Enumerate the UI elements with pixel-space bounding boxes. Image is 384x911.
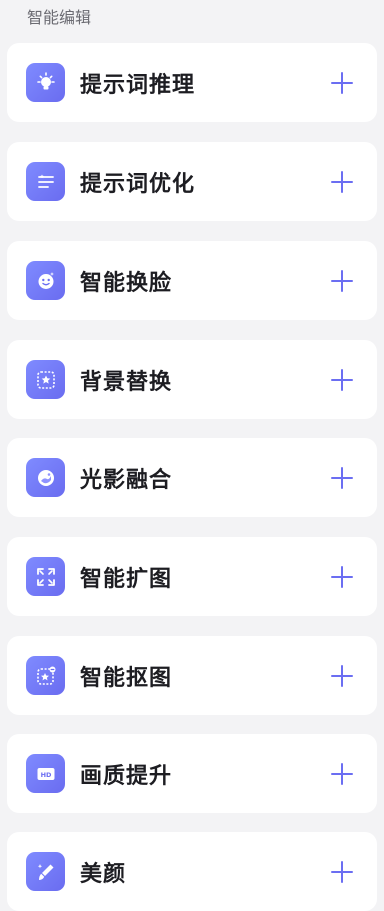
tool-label: 提示词优化 bbox=[80, 171, 196, 197]
section-title: 智能编辑 bbox=[27, 8, 92, 27]
tool-item-quality-upgrade[interactable]: HD 画质提升 bbox=[7, 734, 377, 813]
tool-item-prompt-reasoning[interactable]: 提示词推理 bbox=[7, 43, 377, 122]
expand-icon bbox=[26, 557, 65, 596]
add-icon[interactable] bbox=[328, 858, 355, 885]
tool-item-background-replace[interactable]: 背景替换 bbox=[7, 340, 377, 419]
svg-text:HD: HD bbox=[40, 771, 51, 779]
tool-item-light-shadow-blend[interactable]: 光影融合 bbox=[7, 438, 377, 517]
tool-label: 光影融合 bbox=[80, 467, 173, 493]
tool-item-face-swap[interactable]: 智能换脸 bbox=[7, 241, 377, 320]
tool-label: 提示词推理 bbox=[80, 72, 196, 98]
background-star-icon bbox=[26, 360, 65, 399]
add-icon[interactable] bbox=[328, 464, 355, 491]
add-icon[interactable] bbox=[328, 267, 355, 294]
tool-label: 画质提升 bbox=[80, 763, 173, 789]
tool-item-smart-cutout[interactable]: 智能抠图 bbox=[7, 636, 377, 715]
add-icon[interactable] bbox=[328, 69, 355, 96]
add-icon[interactable] bbox=[328, 662, 355, 689]
beauty-brush-icon bbox=[26, 852, 65, 891]
tool-item-smart-expand[interactable]: 智能扩图 bbox=[7, 537, 377, 616]
tool-label: 背景替换 bbox=[80, 369, 173, 395]
tool-label: 美颜 bbox=[80, 861, 127, 887]
light-shadow-icon bbox=[26, 458, 65, 497]
add-icon[interactable] bbox=[328, 366, 355, 393]
bulb-icon bbox=[26, 63, 65, 102]
tool-item-beauty[interactable]: 美颜 bbox=[7, 832, 377, 911]
sliders-icon bbox=[26, 162, 65, 201]
cutout-icon bbox=[26, 656, 65, 695]
tool-label: 智能抠图 bbox=[80, 665, 173, 691]
tool-label: 智能扩图 bbox=[80, 566, 173, 592]
add-icon[interactable] bbox=[328, 168, 355, 195]
hd-icon: HD bbox=[26, 754, 65, 793]
face-icon bbox=[26, 261, 65, 300]
add-icon[interactable] bbox=[328, 760, 355, 787]
add-icon[interactable] bbox=[328, 563, 355, 590]
tool-label: 智能换脸 bbox=[80, 270, 173, 296]
tool-item-prompt-optimize[interactable]: 提示词优化 bbox=[7, 142, 377, 221]
